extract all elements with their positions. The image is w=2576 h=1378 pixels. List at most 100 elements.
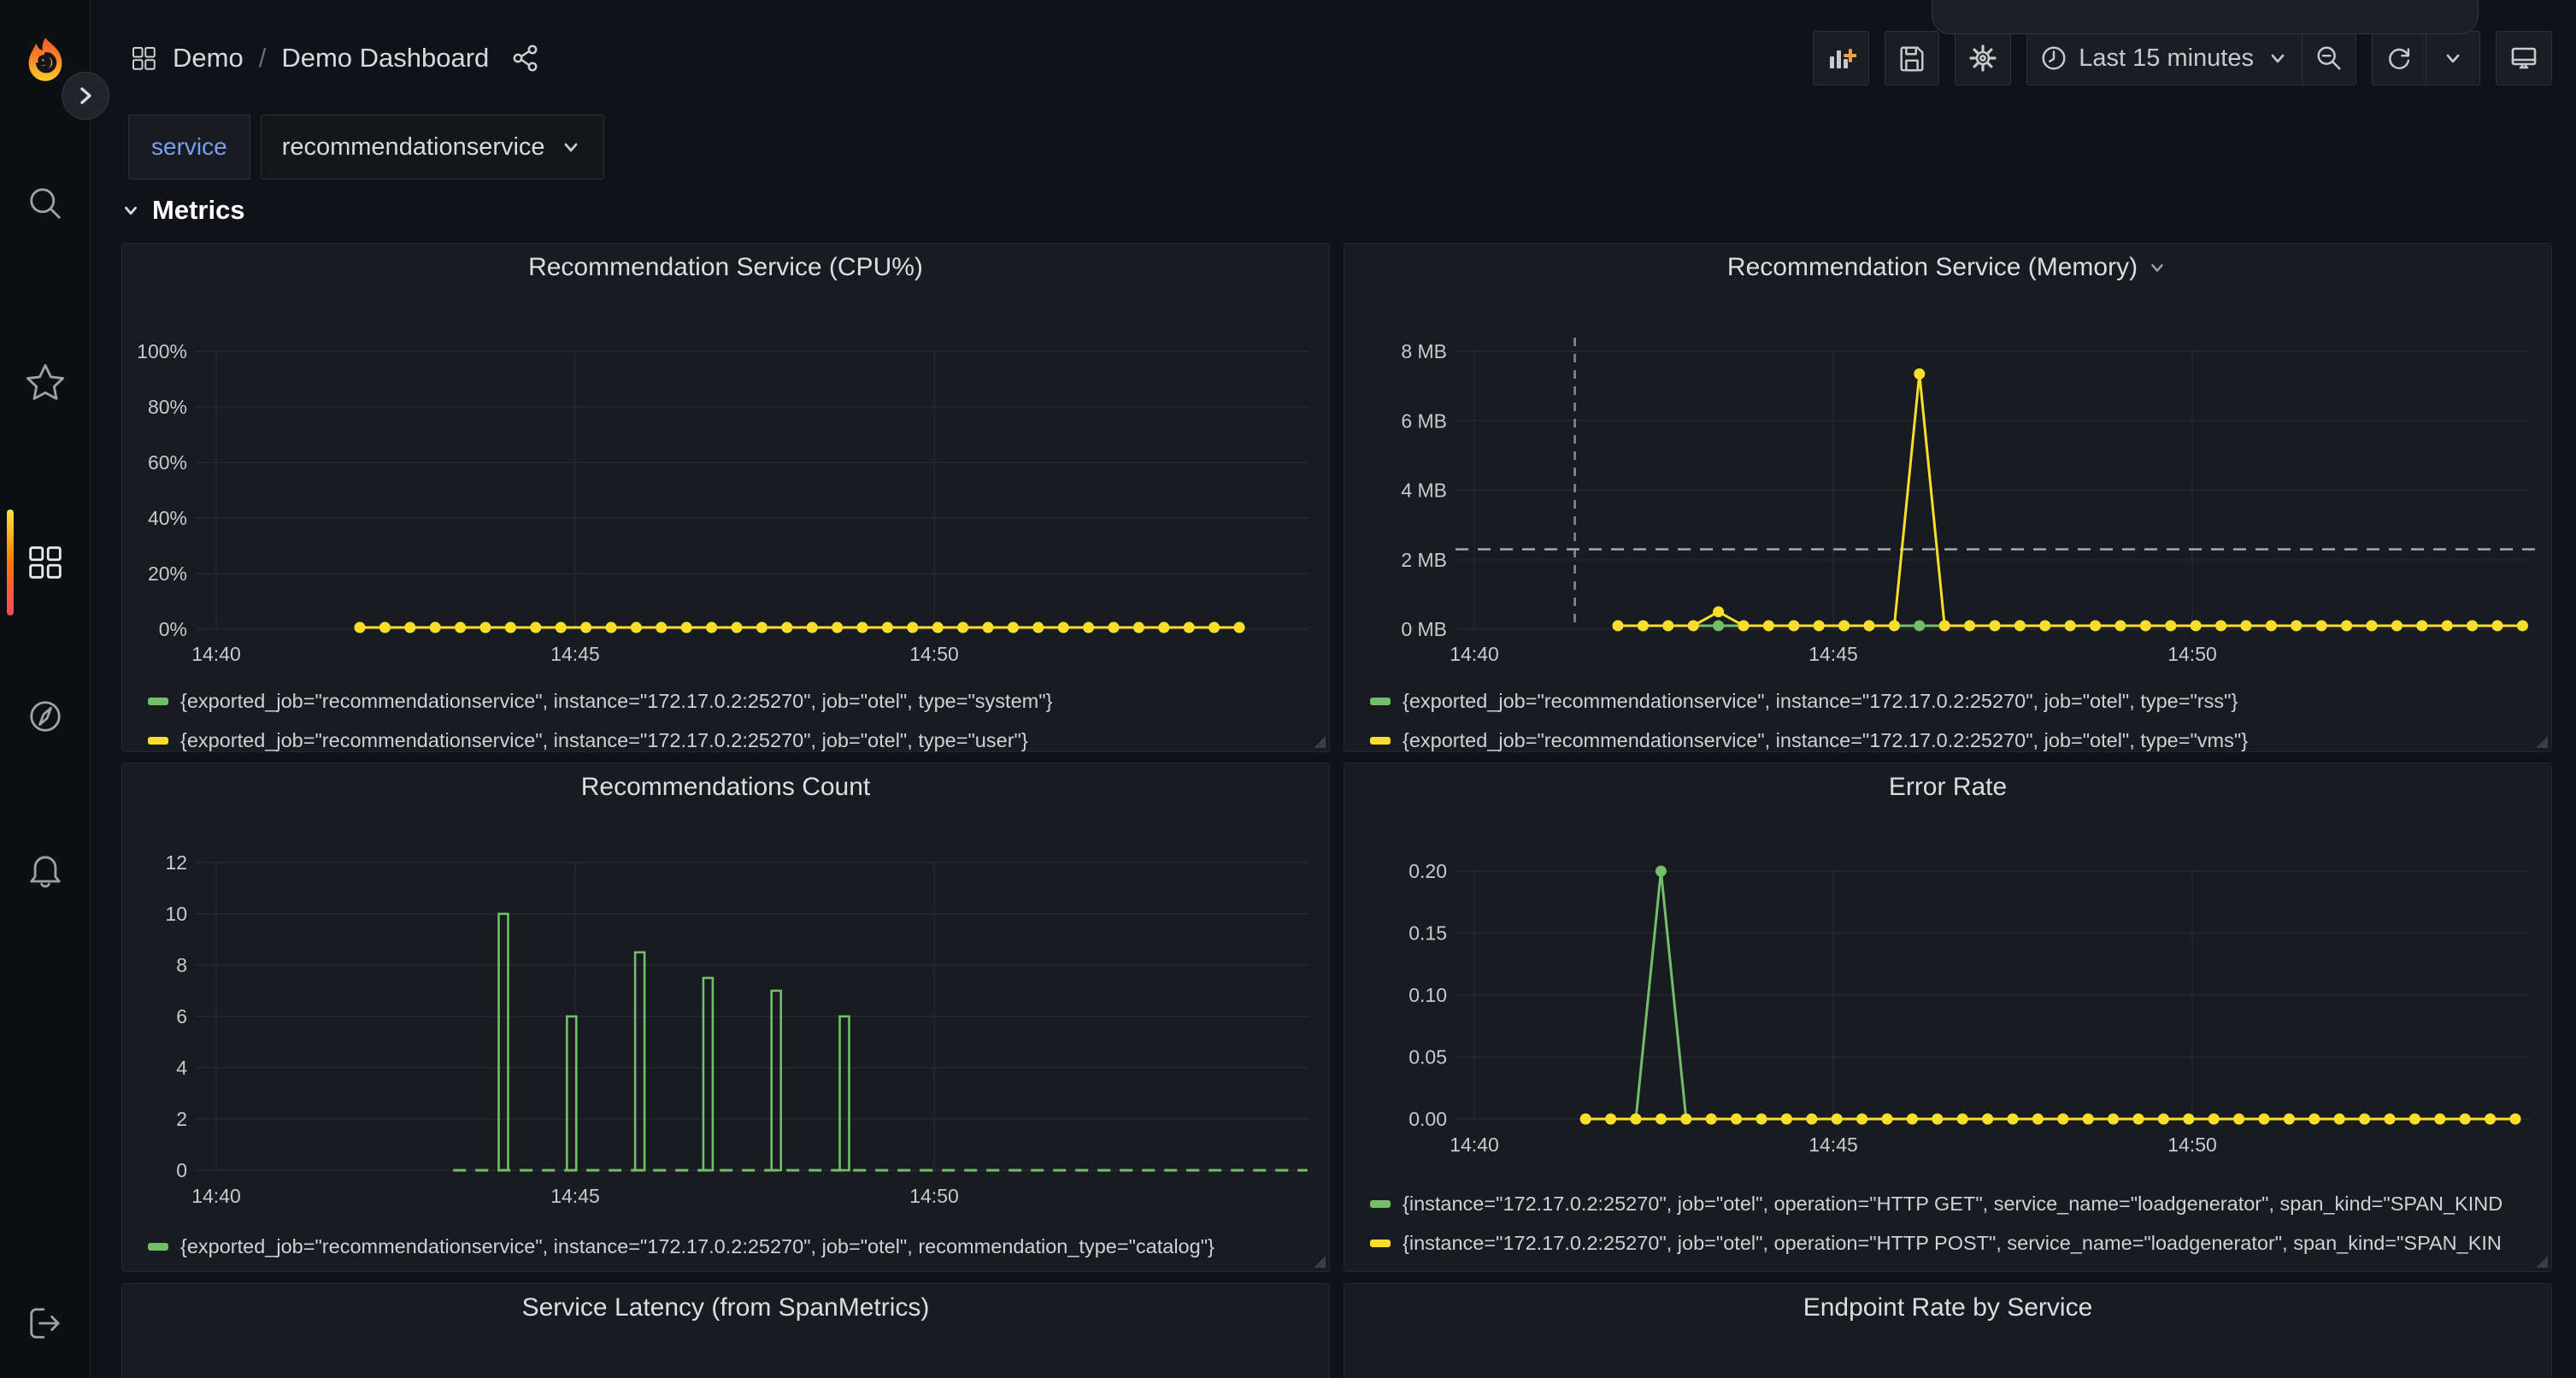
chevron-down-icon [559,135,583,159]
svg-text:0.10: 0.10 [1409,984,1447,1006]
legend-swatch [1370,1200,1391,1208]
dashboards-grid-icon [23,540,68,585]
legend-label: {exported_job="recommendationservice", i… [1403,690,2238,713]
panel-title-text: Recommendation Service (CPU%) [528,253,923,282]
panel-recommendations-count: Recommendations Count 02468101214:4014:4… [121,763,1330,1272]
svg-text:100%: 100% [137,340,187,362]
chart-error-rate[interactable]: 0.000.050.100.150.2014:4014:4514:50 [1358,811,2539,1179]
svg-text:14:50: 14:50 [909,1185,959,1207]
sidebar-item-alerting[interactable] [0,829,91,911]
svg-text:12: 12 [165,851,187,874]
time-controls: Last 15 minutes [2026,31,2356,85]
time-range-picker[interactable]: Last 15 minutes [2026,31,2303,85]
svg-text:14:40: 14:40 [191,643,241,665]
sidebar-item-dashboards[interactable] [0,521,91,604]
panel-title-text: Service Latency (from SpanMetrics) [522,1293,930,1322]
sidebar-expand-button[interactable] [62,72,109,120]
legend: {exported_job="recommendationservice", i… [148,681,1315,752]
legend-item[interactable]: {exported_job="recommendationservice", i… [148,681,1315,721]
legend-label: {instance="172.17.0.2:25270", job="otel"… [1403,1232,2502,1255]
svg-text:14:45: 14:45 [550,643,600,665]
refresh-interval-dropdown[interactable] [2426,31,2480,85]
kiosk-mode-button[interactable] [2496,31,2552,85]
chart-cpu[interactable]: 0%20%40%60%80%100%14:4014:4514:50 [136,292,1317,676]
legend-swatch [1370,1240,1391,1247]
sidebar-item-sign-out[interactable] [0,1282,91,1364]
svg-text:0.20: 0.20 [1409,860,1447,882]
chart-recommendations[interactable]: 02468101214:4014:4514:50 [136,811,1317,1222]
sidebar-item-explore[interactable] [0,675,91,757]
svg-text:4: 4 [176,1057,187,1079]
breadcrumb-separator: / [257,43,268,74]
variable-label[interactable]: service [128,115,250,180]
sidebar [0,0,91,1378]
legend-swatch [1370,698,1391,705]
variable-value-dropdown[interactable]: recommendationservice [261,115,604,180]
panel-title[interactable]: Recommendation Service (Memory) [1344,244,2551,292]
share-icon[interactable] [511,44,540,73]
grafana-logo-icon [23,36,68,84]
svg-text:8 MB: 8 MB [1401,340,1447,362]
chevron-down-icon [2146,256,2168,279]
svg-text:14:45: 14:45 [1808,643,1858,665]
panel-title[interactable]: Service Latency (from SpanMetrics) [122,1284,1329,1332]
svg-text:14:50: 14:50 [2167,643,2217,665]
svg-text:8: 8 [176,954,187,976]
save-icon [1897,44,1926,73]
main-content: Demo / Demo Dashboard [91,0,2576,1378]
browser-chrome-overlay [1932,0,2479,34]
svg-text:80%: 80% [148,396,187,418]
panel-title[interactable]: Recommendations Count [122,763,1329,811]
svg-text:14:45: 14:45 [1808,1134,1858,1156]
legend-item[interactable]: {instance="172.17.0.2:25270", job="otel"… [1370,1223,2538,1263]
panel-title[interactable]: Recommendation Service (CPU%) [122,244,1329,292]
svg-text:14:40: 14:40 [1450,1134,1499,1156]
zoom-out-icon [2314,44,2344,73]
svg-text:2 MB: 2 MB [1401,549,1447,571]
legend-item[interactable]: {exported_job="recommendationservice", i… [148,721,1315,752]
save-dashboard-button[interactable] [1885,31,1939,85]
panel-title[interactable]: Error Rate [1344,763,2551,811]
svg-text:14:50: 14:50 [909,643,959,665]
panel-endpoint-rate: Endpoint Rate by Service [1344,1283,2552,1378]
compass-icon [23,694,68,739]
refresh-button[interactable] [2372,31,2426,85]
breadcrumb-dashboard-title[interactable]: Demo Dashboard [281,43,489,74]
legend-swatch [148,1243,168,1251]
legend-item[interactable]: {exported_job="recommendationservice", i… [1370,681,2538,721]
legend: {exported_job="recommendationservice", i… [148,1227,1315,1266]
zoom-out-time-button[interactable] [2302,31,2356,85]
legend-item[interactable]: {instance="172.17.0.2:25270", job="otel"… [1370,1184,2538,1223]
gear-icon [1967,43,1998,74]
legend: {instance="172.17.0.2:25270", job="otel"… [1370,1184,2538,1263]
dashboard-settings-button[interactable] [1955,31,2011,85]
clock-icon [2039,44,2068,73]
legend-item[interactable]: {exported_job="recommendationservice", i… [1370,721,2538,752]
sidebar-item-starred[interactable] [0,342,91,424]
svg-text:6 MB: 6 MB [1401,409,1447,432]
breadcrumb-folder[interactable]: Demo [173,43,244,74]
time-range-label: Last 15 minutes [2079,44,2254,73]
svg-text:0.00: 0.00 [1409,1108,1447,1130]
add-panel-button[interactable] [1813,31,1869,85]
chart-memory[interactable]: 0 MB2 MB4 MB6 MB8 MB14:4014:4514:50 [1358,292,2539,676]
legend-swatch [148,698,168,705]
row-title: Metrics [152,195,245,226]
svg-text:14:40: 14:40 [191,1185,241,1207]
svg-text:2: 2 [176,1108,187,1130]
panel-title-text: Recommendation Service (Memory) [1727,253,2138,282]
svg-text:4 MB: 4 MB [1401,480,1447,502]
row-metrics-toggle[interactable]: Metrics [120,195,245,226]
dashboard-toolbar: Last 15 minutes [1813,31,2552,85]
svg-text:0%: 0% [159,618,187,640]
chevron-down-icon [2266,46,2290,70]
breadcrumb: Demo / Demo Dashboard [128,43,540,74]
legend-label: {exported_job="recommendationservice", i… [180,1235,1214,1258]
svg-text:0.05: 0.05 [1409,1046,1447,1069]
panel-title[interactable]: Endpoint Rate by Service [1344,1284,2551,1332]
legend-item[interactable]: {exported_job="recommendationservice", i… [148,1227,1315,1266]
sidebar-item-search[interactable] [0,162,91,244]
template-variables: service recommendationservice [128,115,604,180]
sign-out-icon [23,1301,68,1346]
chevron-right-icon [71,81,100,110]
